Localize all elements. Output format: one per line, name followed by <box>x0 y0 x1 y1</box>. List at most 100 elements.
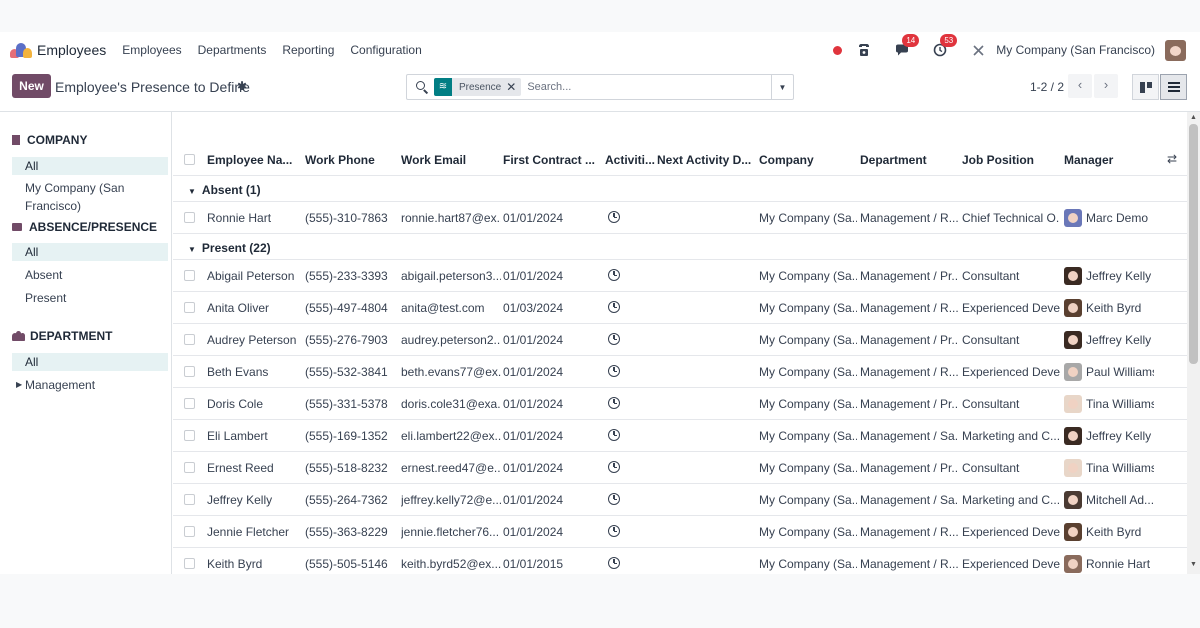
column-header[interactable]: Manager <box>1064 153 1154 167</box>
cell-company: My Company (Sa... <box>759 269 857 283</box>
clock-icon[interactable] <box>608 365 620 377</box>
scroll-down-icon[interactable]: ▼ <box>1190 561 1197 568</box>
column-header[interactable]: Work Phone <box>305 153 397 167</box>
row-checkbox[interactable] <box>184 462 195 473</box>
row-checkbox[interactable] <box>184 494 195 505</box>
phone-icon[interactable] <box>856 42 872 58</box>
cell-company: My Company (Sa... <box>759 333 857 347</box>
clock-icon[interactable] <box>608 211 620 223</box>
column-header[interactable]: Employee Na... <box>207 153 301 167</box>
cell-name[interactable]: Anita Oliver <box>207 301 301 315</box>
group-row[interactable]: ▼ Present (22) <box>188 241 271 255</box>
clock-icon[interactable] <box>608 301 620 313</box>
user-avatar[interactable] <box>1165 39 1186 61</box>
clock-icon[interactable] <box>608 397 620 409</box>
manager-name[interactable]: Tina Williams... <box>1086 461 1154 475</box>
company-switcher[interactable]: My Company (San Francisco) <box>996 43 1155 57</box>
row-checkbox[interactable] <box>184 430 195 441</box>
clock-icon[interactable] <box>608 557 620 569</box>
menu-reporting[interactable]: Reporting <box>282 43 334 57</box>
scroll-thumb[interactable] <box>1189 124 1198 364</box>
clock-icon[interactable] <box>608 493 620 505</box>
pager-next-icon[interactable]: › <box>1094 74 1118 98</box>
kanban-view-button[interactable] <box>1132 74 1159 100</box>
search-bar: ≋ Presence ✕ ▼ <box>406 74 794 100</box>
filter-presence-absent[interactable]: Absent <box>12 266 168 284</box>
manager-name[interactable]: Marc Demo <box>1086 211 1154 225</box>
app-brand[interactable]: Employees <box>10 42 122 58</box>
filter-department-all[interactable]: All <box>12 353 168 371</box>
cell-name[interactable]: Abigail Peterson <box>207 269 301 283</box>
cell-name[interactable]: Keith Byrd <box>207 557 301 571</box>
manager-avatar <box>1064 523 1082 541</box>
cell-contract: 01/01/2024 <box>503 269 564 283</box>
row-checkbox[interactable] <box>184 366 195 377</box>
cell-name[interactable]: Ronnie Hart <box>207 211 301 225</box>
row-checkbox[interactable] <box>184 212 195 223</box>
manager-name[interactable]: Tina Williams... <box>1086 397 1154 411</box>
filter-presence-all[interactable]: All <box>12 243 168 261</box>
menu-employees[interactable]: Employees <box>122 43 181 57</box>
filter-company-all[interactable]: All <box>12 157 168 175</box>
select-all-checkbox[interactable] <box>184 154 195 165</box>
cell-name[interactable]: Ernest Reed <box>207 461 301 475</box>
new-button[interactable]: New <box>12 74 51 98</box>
column-header[interactable]: Department <box>860 153 958 167</box>
filter-presence-present[interactable]: Present <box>12 289 168 307</box>
row-checkbox[interactable] <box>184 558 195 569</box>
facet-remove-icon[interactable]: ✕ <box>506 80 521 94</box>
cell-name[interactable]: Doris Cole <box>207 397 301 411</box>
clock-icon[interactable] <box>608 429 620 441</box>
row-checkbox[interactable] <box>184 302 195 313</box>
clock-icon[interactable] <box>608 525 620 537</box>
optional-columns-icon[interactable]: ⇄ <box>1167 152 1177 166</box>
clock-icon[interactable] <box>608 269 620 281</box>
cell-name[interactable]: Jeffrey Kelly <box>207 493 301 507</box>
scroll-up-icon[interactable]: ▲ <box>1190 114 1197 121</box>
cell-name[interactable]: Eli Lambert <box>207 429 301 443</box>
manager-name[interactable]: Keith Byrd <box>1086 525 1154 539</box>
menu-departments[interactable]: Departments <box>198 43 267 57</box>
pager-previous-icon[interactable]: ‹ <box>1068 74 1092 98</box>
cell-name[interactable]: Beth Evans <box>207 365 301 379</box>
list-view-button[interactable] <box>1160 74 1187 100</box>
messages-icon[interactable]: 14 <box>894 34 920 58</box>
column-header[interactable]: Activiti... <box>605 153 655 167</box>
row-checkbox[interactable] <box>184 270 195 281</box>
group-row[interactable]: ▼ Absent (1) <box>188 183 261 197</box>
manager-name[interactable]: Keith Byrd <box>1086 301 1154 315</box>
manager-name[interactable]: Jeffrey Kelly <box>1086 333 1154 347</box>
row-checkbox[interactable] <box>184 526 195 537</box>
column-header[interactable]: Company <box>759 153 857 167</box>
employees-app-icon <box>10 42 32 58</box>
row-checkbox[interactable] <box>184 398 195 409</box>
column-header[interactable]: Next Activity D... <box>657 153 755 167</box>
cell-job: Chief Technical O... <box>962 211 1060 225</box>
activities-icon[interactable]: 53 <box>932 34 958 58</box>
chevron-down-icon[interactable]: ▼ <box>771 75 793 99</box>
filter-department-management[interactable]: ▶ Management <box>12 376 168 394</box>
column-header[interactable]: Work Email <box>401 153 501 167</box>
search-icon[interactable] <box>416 81 429 94</box>
gear-icon[interactable]: ✱ <box>237 79 247 93</box>
manager-name[interactable]: Jeffrey Kelly <box>1086 429 1154 443</box>
manager-avatar <box>1064 363 1082 381</box>
clock-icon[interactable] <box>608 461 620 473</box>
search-input[interactable] <box>527 81 768 93</box>
tools-icon[interactable] <box>970 42 986 58</box>
vertical-scrollbar[interactable]: ▲ ▼ <box>1187 112 1200 574</box>
status-dot-icon[interactable] <box>833 45 843 55</box>
cell-name[interactable]: Audrey Peterson <box>207 333 301 347</box>
column-header[interactable]: Job Position <box>962 153 1060 167</box>
cell-name[interactable]: Jennie Fletcher <box>207 525 301 539</box>
manager-name[interactable]: Ronnie Hart <box>1086 557 1154 571</box>
menu-configuration[interactable]: Configuration <box>350 43 421 57</box>
pager-value[interactable]: 1-2 / 2 <box>1030 80 1064 94</box>
row-checkbox[interactable] <box>184 334 195 345</box>
column-header[interactable]: First Contract ... <box>503 153 603 167</box>
manager-name[interactable]: Mitchell Ad... <box>1086 493 1154 507</box>
manager-name[interactable]: Paul Williams <box>1086 365 1154 379</box>
manager-name[interactable]: Jeffrey Kelly <box>1086 269 1154 283</box>
clock-icon[interactable] <box>608 333 620 345</box>
filter-company-my-company[interactable]: My Company (San Francisco) <box>12 179 168 213</box>
